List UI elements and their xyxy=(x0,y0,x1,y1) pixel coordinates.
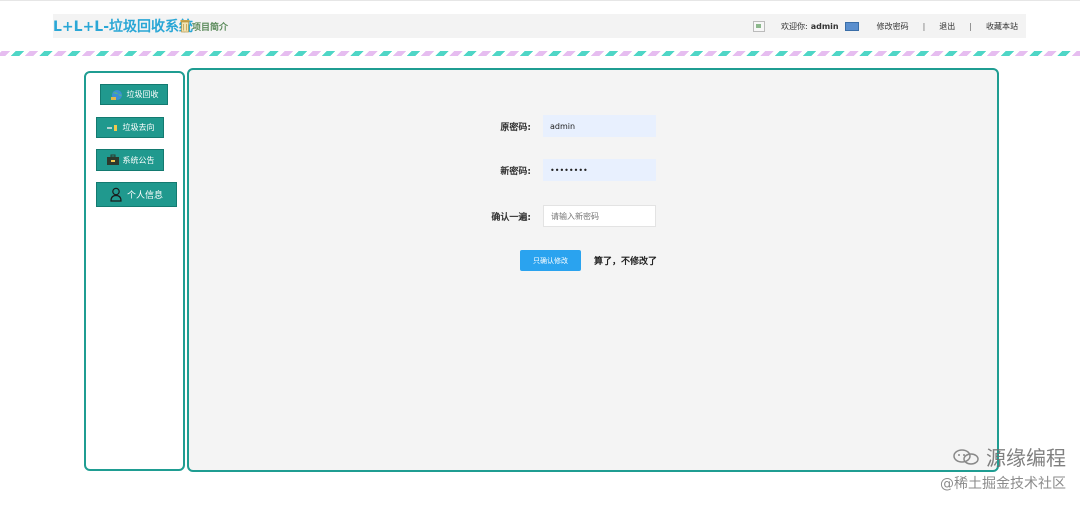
arrow-icon xyxy=(106,124,117,131)
sidebar-item-announcements[interactable]: 系统公告 xyxy=(96,149,164,171)
bookmark-site-link[interactable]: 收藏本站 xyxy=(986,21,1018,32)
sidebar: 垃圾回收 垃圾去向 系统公告 个人信息 xyxy=(84,71,185,471)
welcome-text: 欢迎你: xyxy=(780,21,808,31)
new-password-row: 新密码: xyxy=(451,164,531,177)
project-intro-label: 项目简介 xyxy=(192,22,229,33)
watermark-line2: @稀土掘金技术社区 xyxy=(940,476,1066,492)
wechat-icon xyxy=(953,448,979,465)
briefcase-icon xyxy=(106,154,119,165)
logout-link[interactable]: 退出 xyxy=(939,21,955,32)
new-password-label: 新密码: xyxy=(500,167,531,177)
trash-bin-icon xyxy=(180,20,190,33)
user-nav: 欢迎你: admin 修改密码 | 退出 | 收藏本站 xyxy=(752,14,1018,38)
top-border xyxy=(0,0,1080,1)
old-password-label: 原密码: xyxy=(500,123,531,133)
broken-image-icon xyxy=(752,20,765,32)
sidebar-item-label: 个人信息 xyxy=(126,191,163,201)
project-intro-link[interactable]: 项目简介 xyxy=(180,17,228,35)
sidebar-item-recycling[interactable]: 垃圾回收 xyxy=(100,84,168,105)
new-password-input[interactable] xyxy=(543,159,656,181)
confirm-password-label: 确认一遍: xyxy=(491,213,531,223)
nav-separator: | xyxy=(922,21,926,31)
cancel-change-link[interactable]: 算了，不修改了 xyxy=(594,254,657,267)
sidebar-item-destination[interactable]: 垃圾去向 xyxy=(96,117,164,138)
confirm-change-button[interactable]: 只确认修改 xyxy=(520,250,581,271)
site-title: L+L+L-垃圾回收系统 xyxy=(53,19,194,35)
decorative-stripe xyxy=(0,51,1080,56)
watermark-line1: 源缘编程 xyxy=(940,442,1066,471)
sidebar-item-label: 垃圾回收 xyxy=(126,90,159,99)
nav-separator: | xyxy=(969,21,972,31)
sidebar-item-label: 系统公告 xyxy=(122,155,155,165)
confirm-password-input[interactable] xyxy=(543,205,656,227)
sidebar-item-profile[interactable]: 个人信息 xyxy=(96,182,177,207)
user-icon xyxy=(110,187,122,202)
watermark-title: 源缘编程 xyxy=(986,446,1066,470)
user-flag-icon xyxy=(844,21,859,31)
username: admin xyxy=(810,21,839,31)
header-bar: L+L+L-垃圾回收系统 项目简介 欢迎你: admin 修改密码 | 退出 |… xyxy=(53,14,1026,38)
watermark: 源缘编程 @稀土掘金技术社区 xyxy=(940,442,1066,493)
confirm-password-row: 确认一遍: xyxy=(451,210,531,223)
sidebar-item-label: 垃圾去向 xyxy=(122,123,155,132)
globe-icon xyxy=(110,89,122,100)
old-password-row: 原密码: xyxy=(451,120,531,133)
old-password-input[interactable] xyxy=(543,115,656,137)
change-password-link[interactable]: 修改密码 xyxy=(877,21,909,32)
